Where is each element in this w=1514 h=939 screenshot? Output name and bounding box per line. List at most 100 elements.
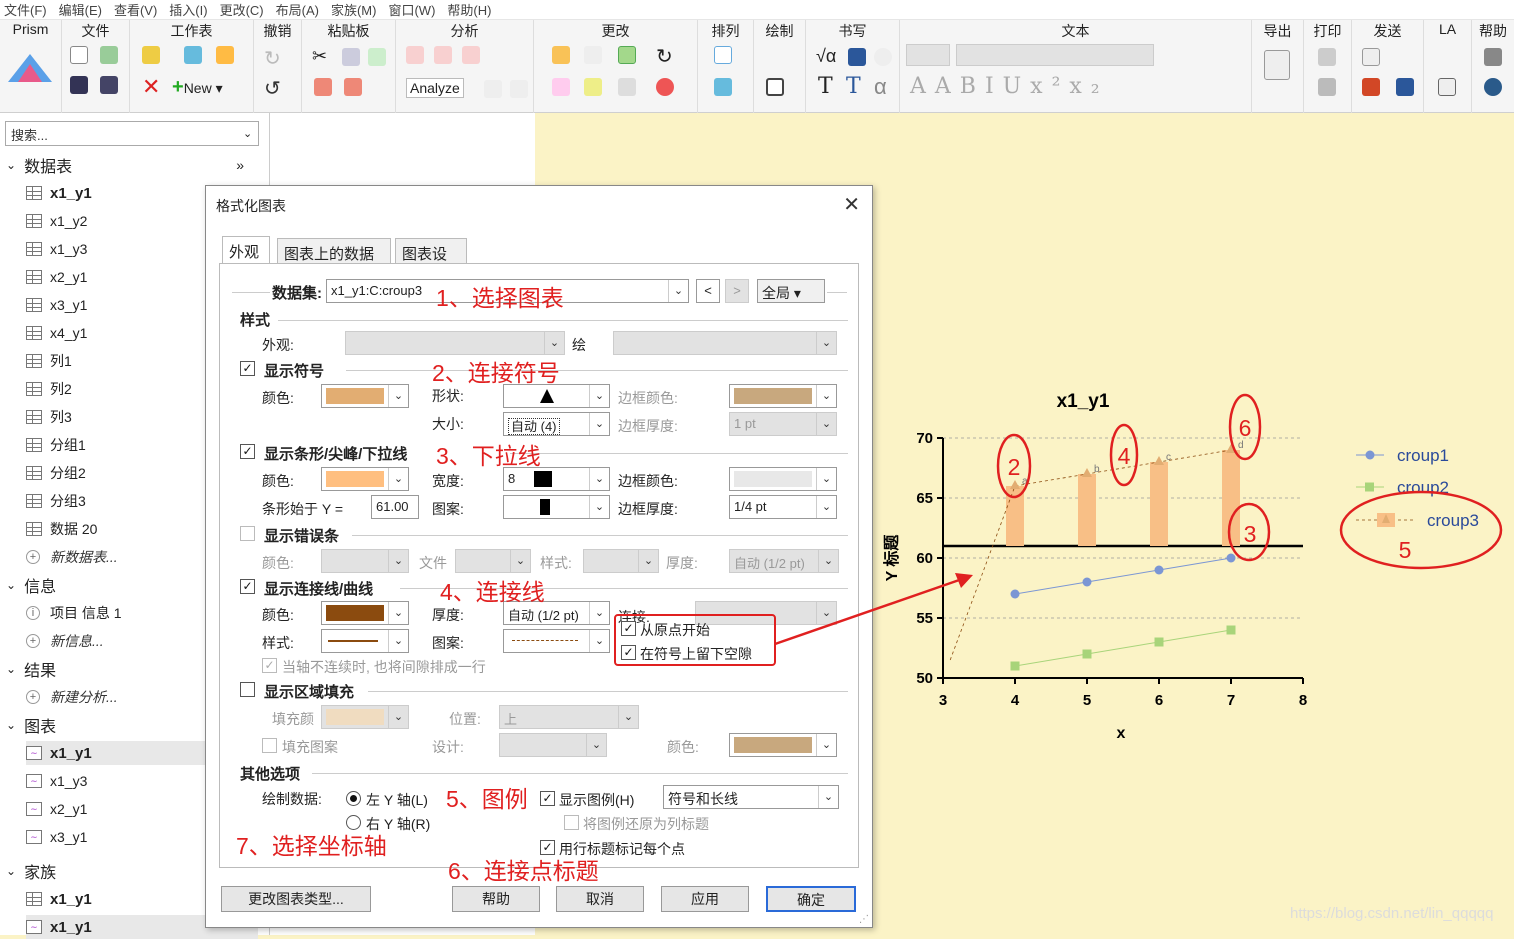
help-button[interactable]: 帮助 xyxy=(452,886,540,912)
menu-item[interactable]: 文件(F) xyxy=(4,0,47,19)
text-format-icons[interactable]: AABIUx²x₂ xyxy=(910,74,1109,99)
symbol-color-select[interactable]: ⌄ xyxy=(321,384,409,408)
appearance-select[interactable]: ⌄ xyxy=(345,331,565,355)
magic-wand-icon[interactable] xyxy=(510,80,528,98)
show-lines-checkbox[interactable]: ✓ xyxy=(240,579,255,594)
ok-button[interactable]: 确定 xyxy=(766,886,856,912)
chart-type-icon[interactable] xyxy=(552,46,570,64)
bar-border-thickness-select[interactable]: 1/4 pt ⌄ xyxy=(729,495,837,519)
snowflake-icon[interactable] xyxy=(184,46,202,64)
search-dropdown-icon[interactable]: ⌄ xyxy=(243,127,252,140)
colors-icon[interactable] xyxy=(656,78,674,96)
new-button[interactable]: +New ▾ xyxy=(172,76,223,99)
save-all-icon[interactable] xyxy=(100,76,118,94)
fill-position-select[interactable]: 上 ⌄ xyxy=(499,705,639,729)
draw-select[interactable]: ⌄ xyxy=(613,331,837,355)
show-error-bars-checkbox[interactable] xyxy=(240,526,255,541)
word-send-icon[interactable] xyxy=(1396,78,1414,96)
text-icon[interactable]: T xyxy=(818,74,833,99)
show-fill-checkbox[interactable] xyxy=(240,682,255,697)
show-symbols-checkbox[interactable]: ✓ xyxy=(240,361,255,376)
stats-icon[interactable] xyxy=(462,46,480,64)
menu-item[interactable]: 家族(M) xyxy=(331,0,377,19)
menu-item[interactable]: 窗口(W) xyxy=(388,0,435,19)
show-legend-checkbox[interactable]: ✓ xyxy=(540,791,555,806)
bar-color-select[interactable]: ⌄ xyxy=(321,467,409,491)
error-thickness-select[interactable]: 自动 (1/2 pt) ⌄ xyxy=(729,549,839,573)
line-pattern-select[interactable]: ⌄ xyxy=(503,629,610,653)
left-axis-radio[interactable] xyxy=(346,791,361,806)
menu-item[interactable]: 布局(A) xyxy=(276,0,319,19)
legend-style-select[interactable]: 符号和长线 ⌄ xyxy=(663,785,839,809)
expand-icon[interactable]: » xyxy=(236,157,244,173)
global-button[interactable]: 全局 ▾ xyxy=(757,279,825,303)
xy-analysis-icon[interactable] xyxy=(406,46,424,64)
cancel-button[interactable]: 取消 xyxy=(556,886,644,912)
format-graph-icon[interactable] xyxy=(618,46,636,64)
menu-item[interactable]: 编辑(E) xyxy=(59,0,102,19)
size-select[interactable]: 自动 (4) ⌄ xyxy=(503,412,610,436)
cut-icon[interactable]: ✂ xyxy=(312,46,327,67)
tab-appearance[interactable]: 外观 xyxy=(222,236,270,264)
tab-graph-settings[interactable]: 图表设置 xyxy=(395,238,467,284)
color-scheme-icon[interactable] xyxy=(584,78,602,96)
curve-fit-icon[interactable] xyxy=(434,46,452,64)
help-icon[interactable] xyxy=(1484,78,1502,96)
nav-section-header[interactable]: ⌄ 数据表 » xyxy=(6,153,256,177)
fill-color2-select[interactable]: ⌄ xyxy=(729,733,837,757)
powerpoint-icon[interactable] xyxy=(1362,78,1380,96)
show-bars-checkbox[interactable]: ✓ xyxy=(240,444,255,459)
fill-color-select[interactable]: ⌄ xyxy=(321,705,409,729)
design-select[interactable]: ⌄ xyxy=(499,733,607,757)
word-icon[interactable] xyxy=(848,48,866,66)
text-box-icon[interactable]: T xyxy=(846,74,861,99)
close-icon[interactable]: ✕ xyxy=(843,192,860,217)
paste-special-icon[interactable] xyxy=(368,48,386,66)
menu-item[interactable]: 帮助(H) xyxy=(447,0,491,19)
menu-item[interactable]: 查看(V) xyxy=(114,0,157,19)
axes-icon[interactable] xyxy=(584,46,602,64)
open-file-icon[interactable] xyxy=(100,46,118,64)
next-dataset-button[interactable]: > xyxy=(725,279,749,303)
menu-item[interactable]: 插入(I) xyxy=(169,0,207,19)
resize-grip-icon[interactable]: ⋰ xyxy=(859,914,869,925)
greek-icon[interactable]: α xyxy=(874,74,887,100)
paste-dropdown-icon[interactable] xyxy=(344,78,362,96)
bar-pattern-select[interactable]: ⌄ xyxy=(503,495,610,519)
wand-icon[interactable] xyxy=(552,78,570,96)
tab-datasets-on-graph[interactable]: 图表上的数据集 xyxy=(277,238,391,284)
bar-border-color-select[interactable]: ⌄ xyxy=(729,467,837,491)
pin-icon[interactable] xyxy=(216,46,234,64)
resize-icon[interactable] xyxy=(618,78,636,96)
group-icon[interactable] xyxy=(714,78,732,96)
menu-item[interactable]: 更改(C) xyxy=(220,0,264,19)
fill-pattern-checkbox[interactable] xyxy=(262,738,277,753)
export-icon[interactable] xyxy=(1264,50,1290,80)
highlight-icon[interactable] xyxy=(142,46,160,64)
change-graph-type-button[interactable]: 更改图表类型... xyxy=(221,886,371,912)
paste-icon[interactable] xyxy=(314,78,332,96)
error-color-select[interactable]: ⌄ xyxy=(321,549,409,573)
rectangle-icon[interactable] xyxy=(766,78,784,96)
analyze-button[interactable]: Analyze xyxy=(406,78,464,98)
new-file-icon[interactable] xyxy=(70,46,88,64)
legend-restore-checkbox[interactable] xyxy=(564,815,579,830)
help-book-icon[interactable] xyxy=(1484,48,1502,66)
ribbon-group-prism[interactable]: Prism xyxy=(0,20,62,113)
font-name-select[interactable] xyxy=(956,44,1154,66)
line-color-select[interactable]: ⌄ xyxy=(321,601,409,625)
refresh-icon[interactable]: ↻ xyxy=(656,44,673,69)
copy-icon[interactable] xyxy=(342,48,360,66)
border-color-select[interactable]: ⌄ xyxy=(729,384,837,408)
save-icon[interactable] xyxy=(70,76,88,94)
flask-icon[interactable] xyxy=(1438,78,1456,96)
info-icon[interactable] xyxy=(874,48,892,66)
delete-icon[interactable]: ✕ xyxy=(142,74,160,100)
error-file-select[interactable]: ⌄ xyxy=(455,549,531,573)
axis-gap-checkbox[interactable]: ✓ xyxy=(262,658,277,673)
align-icon[interactable] xyxy=(714,46,732,64)
border-thickness-select[interactable]: 1 pt ⌄ xyxy=(729,412,837,436)
mail-icon[interactable] xyxy=(1362,48,1380,66)
font-size-select[interactable] xyxy=(906,44,950,66)
prev-dataset-button[interactable]: < xyxy=(696,279,720,303)
